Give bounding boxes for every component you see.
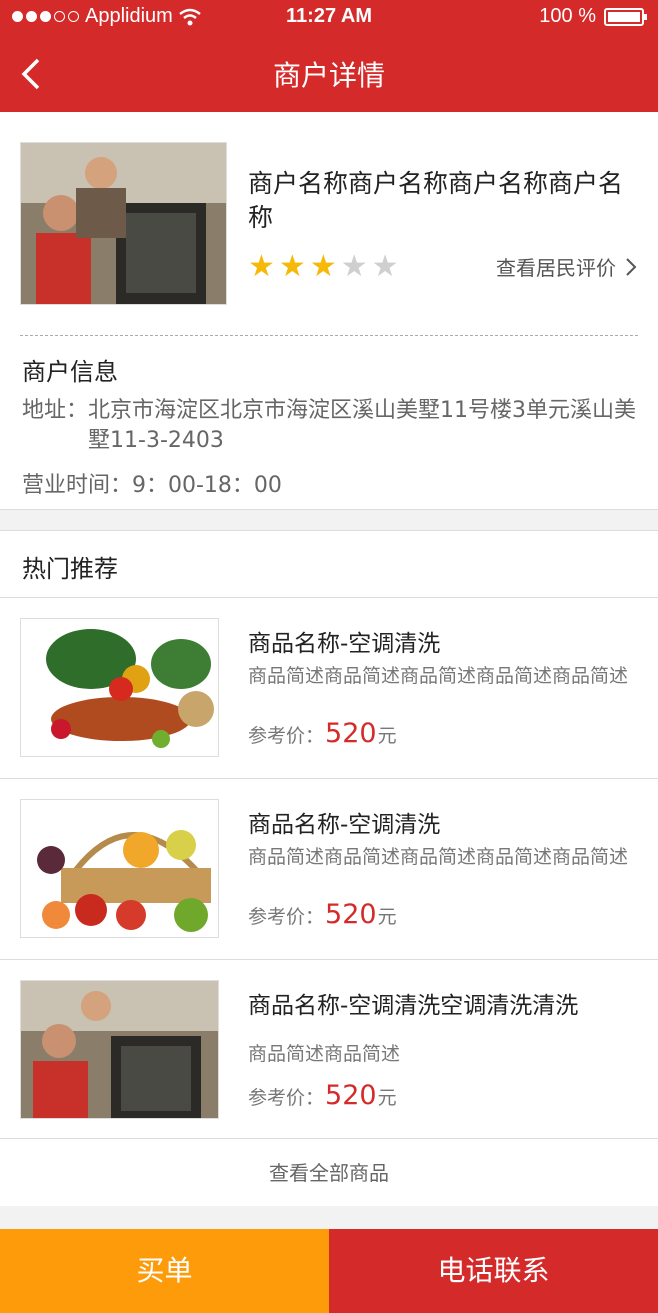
section-title: 热门推荐 [22,555,118,583]
divider [20,335,638,336]
product-item[interactable]: 商品名称-空调清洗空调清洗清洗 商品简述商品简述 参考价： 520 元 [0,959,658,1140]
view-reviews-link[interactable]: 查看居民评价 [496,252,638,281]
price-label: 参考价： [248,1087,325,1109]
product-image [20,618,219,757]
product-image [20,980,219,1119]
battery-percent: 100 % [539,5,596,27]
hot-recommendations: 热门推荐 商品名称-空调清洗 商品简述商品简述商品简述商品简述商品简述 参考价：… [0,530,658,1206]
product-price: 参考价： 520 元 [248,899,397,930]
bottom-action-bar: 买单 电话联系 [0,1229,658,1313]
merchant-card: 商户名称商户名称商户名称商户名称 ★ ★ ★ ★ ★ 查看居民评价 商户信息 地… [0,112,658,510]
price-currency: 元 [377,906,397,928]
business-hours: 营业时间：9：00-18：00 [22,473,282,498]
product-item[interactable]: 商品名称-空调清洗 商品简述商品简述商品简述商品简述商品简述 参考价： 520 … [0,597,658,778]
product-name: 商品名称-空调清洗 [248,812,441,838]
merchant-photo [20,142,227,305]
merchant-name: 商户名称商户名称商户名称商户名称 [248,169,624,232]
star-filled-icon: ★ [248,249,275,284]
price-value: 520 [325,718,377,749]
nav-bar: 商户详情 [0,34,658,112]
call-button[interactable]: 电话联系 [329,1229,658,1313]
price-value: 520 [325,1080,377,1111]
product-name: 商品名称-空调清洗 [248,631,441,657]
buy-button[interactable]: 买单 [0,1229,329,1313]
product-image [20,799,219,938]
star-empty-icon: ★ [340,249,368,284]
star-empty-icon: ★ [371,249,399,284]
price-value: 520 [325,899,377,930]
merchant-info-heading: 商户信息 [22,358,118,386]
address-value: 北京市海淀区北京市海淀区溪山美墅11号楼3单元溪山美墅11-3-2403 [88,398,637,453]
price-label: 参考价： [248,725,325,747]
star-filled-icon: ★ [309,249,337,284]
page-title: 商户详情 [272,59,385,92]
star-filled-icon: ★ [278,249,306,284]
price-label: 参考价： [248,906,325,928]
view-reviews-label: 查看居民评价 [496,256,616,280]
view-all-products-button[interactable]: 查看全部商品 [0,1138,658,1207]
price-currency: 元 [377,1087,397,1109]
product-price: 参考价： 520 元 [248,1080,397,1111]
product-item[interactable]: 商品名称-空调清洗 商品简述商品简述商品简述商品简述商品简述 参考价： 520 … [0,778,658,959]
battery-icon [604,7,647,26]
product-name: 商品名称-空调清洗空调清洗清洗 [248,993,579,1019]
status-bar: Applidium 11:27 AM 100 % [0,0,658,34]
status-right: 100 % [539,5,647,28]
product-desc: 商品简述商品简述商品简述商品简述商品简述 [248,665,629,687]
product-price: 参考价： 520 元 [248,718,397,749]
merchant-address: 地址： 北京市海淀区北京市海淀区溪山美墅11号楼3单元溪山美墅11-3-2403 [22,396,642,456]
chevron-right-icon [626,257,637,276]
product-desc: 商品简述商品简述商品简述商品简述商品简述 [248,846,629,868]
product-desc: 商品简述商品简述 [248,1043,401,1065]
price-currency: 元 [377,725,397,747]
address-label: 地址： [22,398,89,423]
rating-stars: ★ ★ ★ ★ ★ [248,252,399,282]
